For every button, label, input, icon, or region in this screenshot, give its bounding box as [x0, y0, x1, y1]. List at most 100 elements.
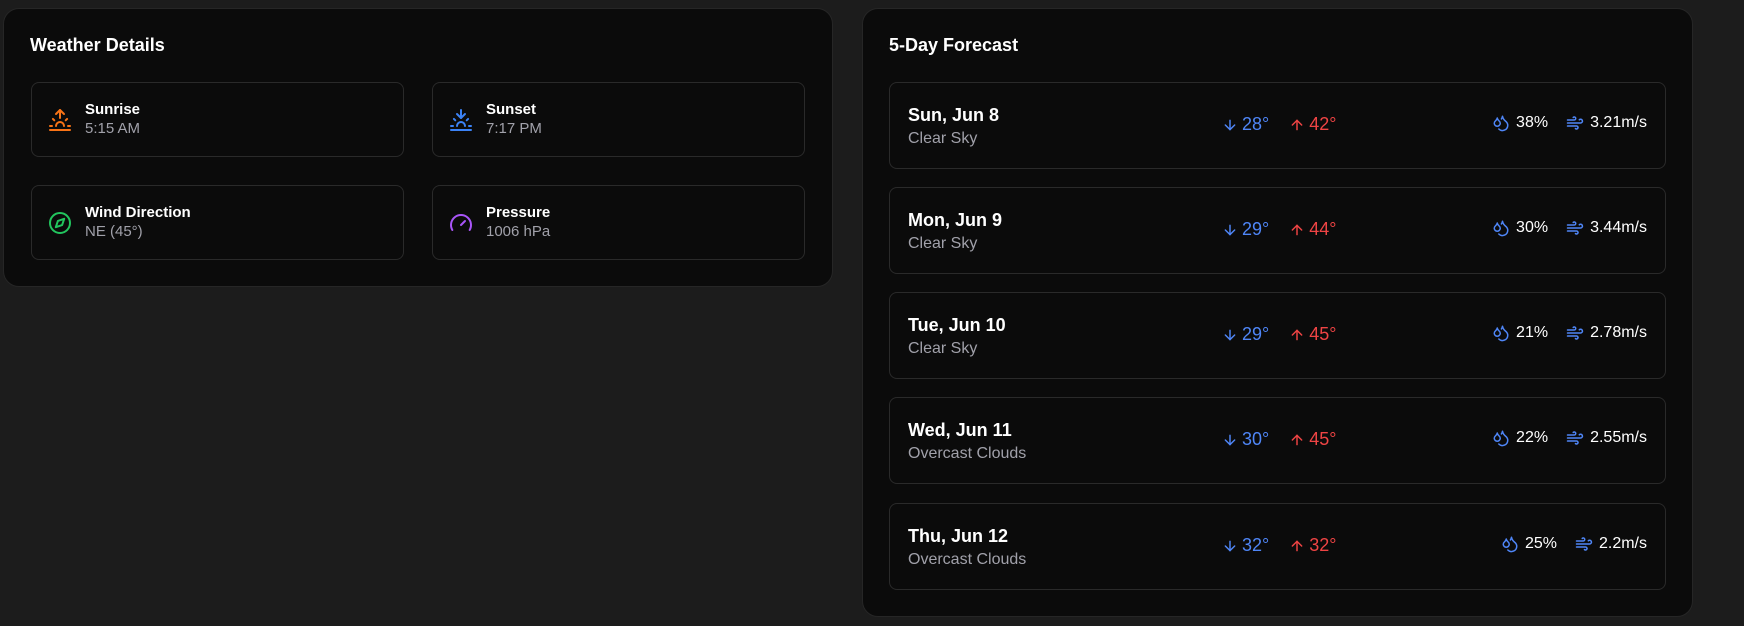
high-temp: 45°: [1289, 324, 1336, 345]
forecast-condition: Overcast Clouds: [908, 551, 1027, 568]
wind-speed-value: 2.78m/s: [1590, 324, 1647, 341]
forecast-condition: Overcast Clouds: [908, 445, 1027, 462]
forecast-day-row: Sun, Jun 8 Clear Sky 28° 42° 38% 3.21m/s: [889, 82, 1666, 169]
sunset-box: Sunset 7:17 PM: [432, 82, 805, 157]
forecast-date: Tue, Jun 10: [908, 315, 1006, 335]
arrow-up-icon: [1291, 119, 1303, 130]
high-temp-value: 32°: [1309, 535, 1337, 555]
humidity-value: 21%: [1516, 324, 1549, 341]
forecast-date: Sun, Jun 8: [908, 105, 1000, 125]
arrow-up-icon: [1291, 540, 1303, 551]
droplets-icon: [1493, 430, 1509, 447]
forecast-condition: Clear Sky: [908, 235, 978, 252]
humidity: 30%: [1492, 219, 1548, 237]
wind-icon: [1566, 326, 1584, 340]
high-temp-value: 45°: [1309, 429, 1337, 449]
low-temp-value: 28°: [1242, 114, 1270, 134]
low-temp-value: 30°: [1242, 429, 1270, 449]
compass-icon: [48, 211, 72, 235]
forecast-metrics: 30% 3.44m/s: [1492, 219, 1647, 237]
wind-speed-value: 3.44m/s: [1590, 219, 1647, 236]
sunset-icon: [449, 108, 473, 132]
forecast-metrics: 38% 3.21m/s: [1492, 114, 1647, 132]
wind-speed-value: 2.2m/s: [1598, 535, 1647, 552]
wind-direction-box: Wind Direction NE (45°): [31, 185, 404, 260]
low-temp-value: 29°: [1242, 219, 1270, 239]
wind-speed: 2.2m/s: [1575, 535, 1647, 553]
gauge-icon: [449, 211, 473, 235]
forecast-metrics: 22% 2.55m/s: [1492, 429, 1647, 447]
wind-icon: [1575, 537, 1593, 551]
high-temp-value: 45°: [1309, 324, 1337, 344]
sunset-label: Sunset: [486, 101, 537, 118]
forecast-day-row: Wed, Jun 11 Overcast Clouds 30° 45° 22% …: [889, 397, 1666, 484]
high-temp-value: 44°: [1309, 219, 1337, 239]
wind-speed-value: 2.55m/s: [1590, 429, 1647, 446]
temperature-range: 28° 42°: [1222, 114, 1336, 135]
low-temp: 29°: [1222, 324, 1269, 345]
arrow-down-icon: [1224, 224, 1236, 235]
wind-direction-value: NE (45°): [85, 223, 143, 240]
humidity-value: 38%: [1516, 114, 1549, 131]
forecast-day-row: Thu, Jun 12 Overcast Clouds 32° 32° 25% …: [889, 503, 1666, 590]
arrow-down-icon: [1224, 540, 1236, 551]
high-temp: 45°: [1289, 429, 1336, 450]
low-temp-value: 29°: [1242, 324, 1270, 344]
wind-speed: 3.44m/s: [1566, 219, 1647, 237]
humidity: 21%: [1492, 324, 1548, 342]
high-temp: 44°: [1289, 219, 1336, 240]
sunrise-icon: [48, 108, 72, 132]
low-temp: 30°: [1222, 429, 1269, 450]
wind-icon: [1566, 431, 1584, 445]
forecast-metrics: 21% 2.78m/s: [1492, 324, 1647, 342]
arrow-down-icon: [1224, 329, 1236, 340]
humidity-value: 22%: [1516, 429, 1549, 446]
forecast-date: Wed, Jun 11: [908, 420, 1012, 440]
sunrise-label: Sunrise: [85, 101, 141, 118]
sunrise-box: Sunrise 5:15 AM: [31, 82, 404, 157]
forecast-metrics: 25% 2.2m/s: [1501, 535, 1647, 553]
temperature-range: 29° 45°: [1222, 324, 1336, 345]
pressure-label: Pressure: [486, 204, 551, 221]
forecast-day-row: Tue, Jun 10 Clear Sky 29° 45° 21% 2.78m/…: [889, 292, 1666, 379]
droplets-icon: [1493, 325, 1509, 342]
humidity-value: 25%: [1524, 535, 1557, 552]
high-temp: 42°: [1289, 114, 1336, 135]
weather-details-card: Weather Details Sunrise 5:15 AM Sunset 7…: [3, 8, 833, 287]
wind-icon: [1566, 221, 1584, 235]
wind-speed: 2.55m/s: [1566, 429, 1647, 447]
sunset-value: 7:17 PM: [486, 120, 542, 137]
temperature-range: 32° 32°: [1222, 535, 1336, 556]
low-temp: 32°: [1222, 535, 1269, 556]
droplets-icon: [1493, 115, 1509, 132]
pressure-box: Pressure 1006 hPa: [432, 185, 805, 260]
arrow-down-icon: [1224, 119, 1236, 130]
forecast-condition: Clear Sky: [908, 130, 978, 147]
wind-speed-value: 3.21m/s: [1590, 114, 1647, 131]
sunrise-value: 5:15 AM: [85, 120, 141, 137]
forecast-title: 5-Day Forecast: [889, 35, 1019, 55]
humidity: 38%: [1492, 114, 1548, 132]
temperature-range: 30° 45°: [1222, 429, 1336, 450]
forecast-day-row: Mon, Jun 9 Clear Sky 29° 44° 30% 3.44m/s: [889, 187, 1666, 274]
wind-speed: 3.21m/s: [1566, 114, 1647, 132]
wind-icon: [1566, 116, 1584, 130]
forecast-date: Thu, Jun 12: [908, 526, 1009, 546]
arrow-up-icon: [1291, 329, 1303, 340]
forecast-date: Mon, Jun 9: [908, 210, 1002, 230]
low-temp: 29°: [1222, 219, 1269, 240]
forecast-condition: Clear Sky: [908, 340, 978, 357]
forecast-card: 5-Day Forecast Sun, Jun 8 Clear Sky 28° …: [862, 8, 1693, 617]
low-temp: 28°: [1222, 114, 1269, 135]
humidity-value: 30%: [1516, 219, 1549, 236]
wind-direction-label: Wind Direction: [85, 204, 191, 221]
high-temp: 32°: [1289, 535, 1336, 556]
humidity: 22%: [1492, 429, 1548, 447]
high-temp-value: 42°: [1309, 114, 1337, 134]
low-temp-value: 32°: [1242, 535, 1270, 555]
pressure-value: 1006 hPa: [486, 223, 551, 240]
temperature-range: 29° 44°: [1222, 219, 1336, 240]
arrow-up-icon: [1291, 224, 1303, 235]
droplets-icon: [1502, 536, 1518, 553]
arrow-up-icon: [1291, 434, 1303, 445]
